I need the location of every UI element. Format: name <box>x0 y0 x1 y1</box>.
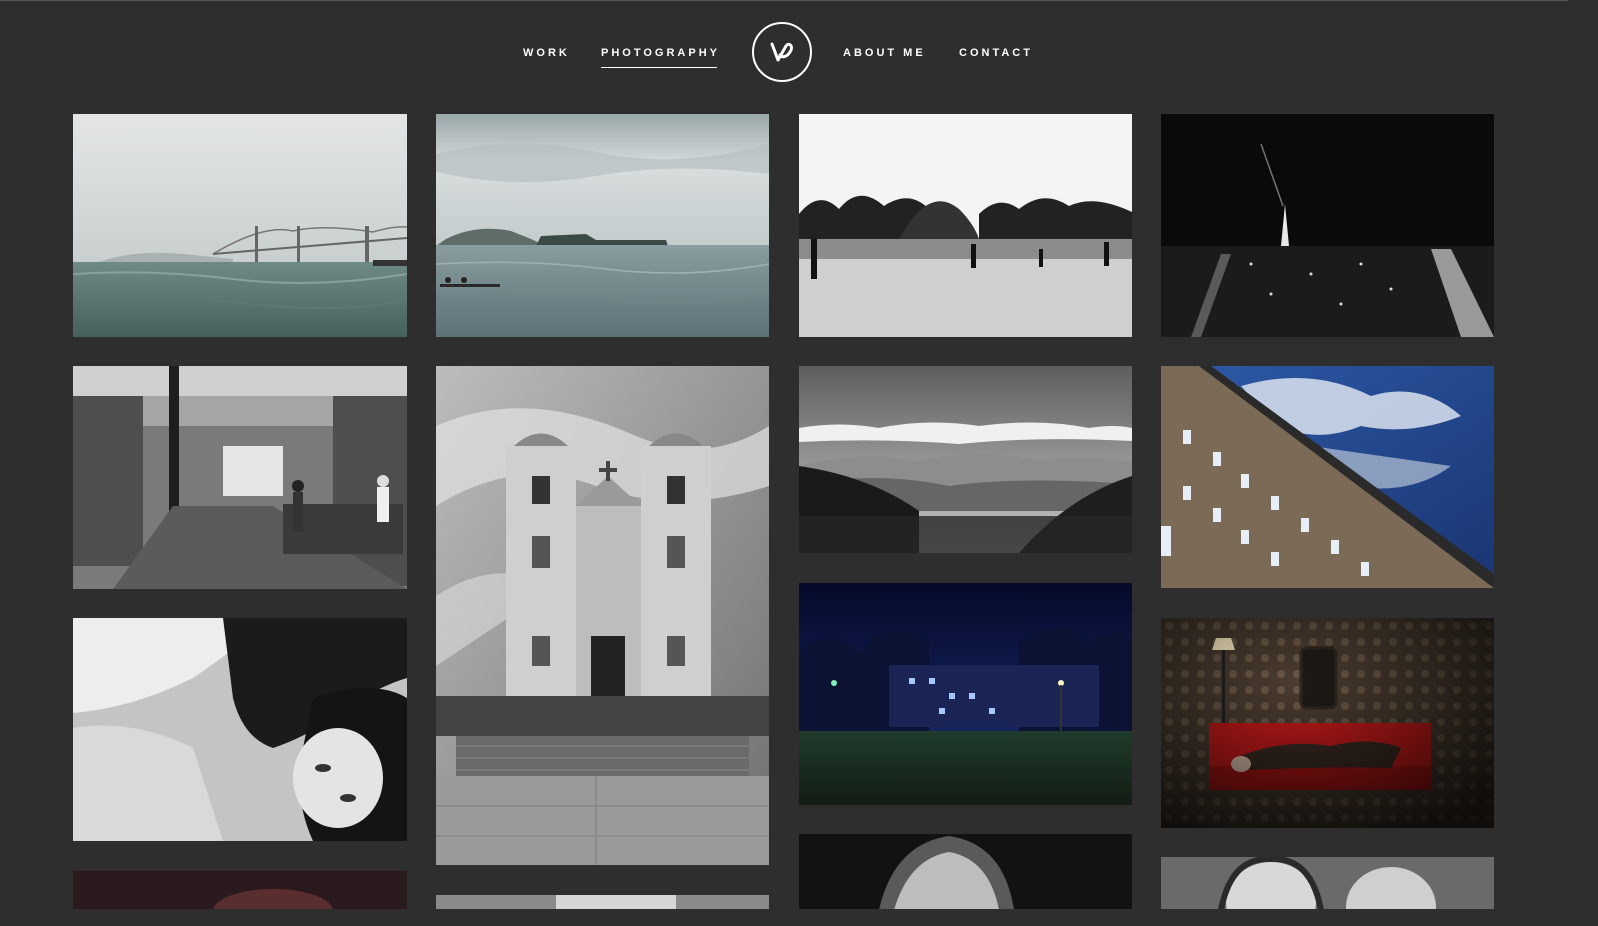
photo-mountain-valley[interactable] <box>799 366 1132 553</box>
photo-portrait-dark-partial[interactable] <box>799 834 1132 909</box>
nav-about-link[interactable]: ABOUT ME <box>843 47 926 59</box>
photo-woman-lying-portrait[interactable] <box>73 618 407 841</box>
nav-photography-link[interactable]: PHOTOGRAPHY <box>601 47 720 68</box>
nav-work-link[interactable]: WORK <box>523 47 570 59</box>
photo-night-park[interactable] <box>799 583 1132 805</box>
photo-night-city[interactable] <box>1161 114 1494 337</box>
monogram-logo-icon[interactable] <box>752 22 812 82</box>
photography-page: WORK PHOTOGRAPHY ABOUT ME CONTACT <box>0 0 1568 909</box>
photo-portrait-partial[interactable] <box>73 871 407 909</box>
photo-tiled-church[interactable] <box>436 366 769 865</box>
photo-bay-bridge[interactable] <box>73 114 407 337</box>
nav-contact-link[interactable]: CONTACT <box>959 47 1033 59</box>
photo-two-women-partial[interactable] <box>1161 857 1494 909</box>
photo-woman-red-sofa[interactable] <box>1161 618 1494 828</box>
photo-guitar-partial[interactable] <box>436 895 769 909</box>
photo-shop-interior[interactable] <box>73 366 407 589</box>
photo-island-bay[interactable] <box>436 114 769 337</box>
photo-park-fountain[interactable] <box>799 114 1132 337</box>
photo-brick-building[interactable] <box>1161 366 1494 588</box>
